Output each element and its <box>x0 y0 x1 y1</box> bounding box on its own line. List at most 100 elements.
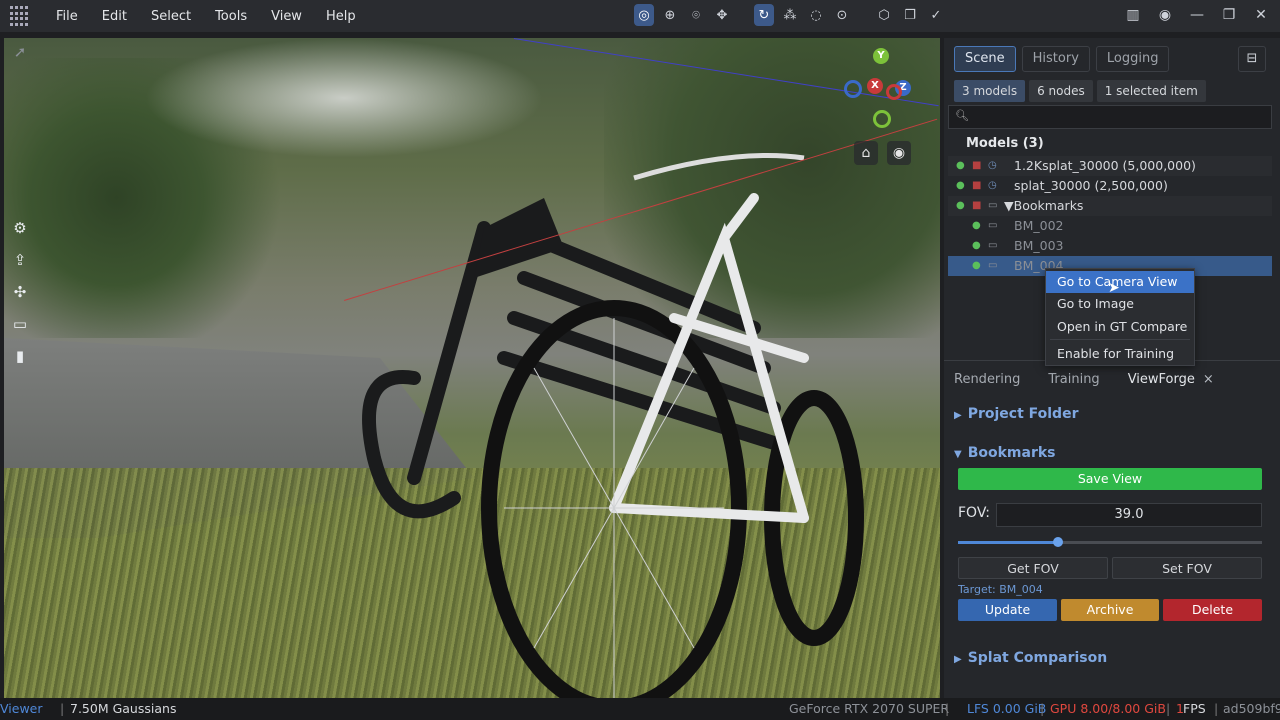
tab-viewforge[interactable]: ViewForge <box>1128 372 1195 387</box>
cube-icon[interactable]: ⬡ <box>874 4 894 26</box>
menu-edit[interactable]: Edit <box>92 9 141 24</box>
fov-slider[interactable] <box>958 537 1262 547</box>
menu-go-to-camera-view[interactable]: Go to Camera View <box>1046 271 1194 293</box>
menu-file[interactable]: File <box>46 9 92 24</box>
context-menu: Go to Camera View Go to Image Open in GT… <box>1045 268 1195 366</box>
visibility-eye-icon[interactable]: ● <box>956 156 965 176</box>
folder-icon: ▭ <box>988 200 998 211</box>
clock-icon[interactable]: ◷ <box>988 176 997 196</box>
plugin-icon[interactable]: ✣ <box>10 282 30 302</box>
gaussians-count: 7.50M Gaussians <box>70 701 177 716</box>
visibility-eye-icon[interactable]: ● <box>956 176 965 196</box>
selected-count-chip[interactable]: 1 selected item <box>1096 80 1206 102</box>
tree-row[interactable]: ● ■ ◷ splat_30000 (2,500,000) <box>948 176 1272 196</box>
export-icon[interactable]: ⇪ <box>10 250 30 270</box>
visibility-eye-icon[interactable]: ● <box>972 216 981 236</box>
copy-icon[interactable]: ❐ <box>900 4 920 26</box>
close-icon[interactable]: ✕ <box>1252 6 1270 24</box>
lfs-memory: LFS 0.00 GiB <box>967 701 1047 716</box>
move-icon[interactable]: ✥ <box>712 4 732 26</box>
chevron-down-icon: ▼ <box>954 449 962 460</box>
visibility-eye-icon[interactable]: ● <box>956 196 965 216</box>
archive-button[interactable]: Archive <box>1061 599 1159 621</box>
tree-row[interactable]: ● ▭ BM_002 <box>948 216 1272 236</box>
section-label: Bookmarks <box>967 445 1056 461</box>
select-cursor-icon[interactable]: ➚ <box>10 42 30 62</box>
fov-label: FOV: <box>958 505 990 521</box>
focus-icon[interactable]: ⌾ <box>686 4 706 26</box>
menu-help[interactable]: Help <box>316 9 370 24</box>
tab-rendering[interactable]: Rendering <box>954 372 1020 387</box>
gpu-name: GeForce RTX 2070 SUPER <box>789 701 950 716</box>
tab-logging[interactable]: Logging <box>1095 46 1170 72</box>
eye-toggle-icon[interactable]: ◉ <box>1156 6 1174 24</box>
section-splat-comparison[interactable]: ▶ Splat Comparison <box>954 650 1107 666</box>
fov-slider-knob[interactable] <box>1053 537 1064 547</box>
tree-row[interactable]: ● ▭ BM_003 <box>948 236 1272 256</box>
update-button[interactable]: Update <box>958 599 1057 621</box>
minimize-icon[interactable]: — <box>1188 6 1206 24</box>
tree-row[interactable]: ● ■ ▭ ▼Bookmarks <box>948 196 1272 216</box>
app-grid-icon[interactable] <box>10 6 30 26</box>
tab-history[interactable]: History <box>1021 46 1090 72</box>
section-label: Splat Comparison <box>967 650 1108 666</box>
rotate-icon[interactable]: ↻ <box>754 4 774 26</box>
tree-label: BM_003 <box>1014 238 1064 253</box>
menu-tools[interactable]: Tools <box>205 9 261 24</box>
menu-enable-for-training[interactable]: Enable for Training <box>1046 343 1194 365</box>
axis-gizmo[interactable]: Y X Z <box>840 46 920 128</box>
save-view-button[interactable]: Save View <box>958 468 1262 490</box>
mode-indicator: Viewer <box>0 701 43 716</box>
status-divider: | <box>1040 701 1045 716</box>
trash-icon[interactable]: ■ <box>972 196 981 216</box>
globe-icon[interactable]: ⊕ <box>660 4 680 26</box>
tab-scene[interactable]: Scene <box>954 46 1016 72</box>
split-view-icon[interactable]: ▥ <box>1124 6 1142 24</box>
orbit-icon[interactable]: ◎ <box>634 4 654 26</box>
gizmo-x-icon[interactable]: X <box>867 78 883 94</box>
video-camera-icon[interactable]: ▭ <box>10 314 30 334</box>
check-icon[interactable]: ✓ <box>926 4 946 26</box>
3d-viewport[interactable] <box>4 38 940 698</box>
camera-icon: ▭ <box>988 240 998 251</box>
menu-go-to-image[interactable]: Go to Image <box>1046 293 1194 315</box>
tab-close-icon[interactable]: × <box>1203 372 1214 387</box>
section-bookmarks[interactable]: ▼ Bookmarks <box>954 445 1056 461</box>
bookmark-target-text: Target: BM_004 <box>958 583 1043 596</box>
stats-chart-icon[interactable]: ▮ <box>10 346 30 366</box>
menu-open-gt-compare[interactable]: Open in GT Compare <box>1046 316 1194 338</box>
visibility-eye-icon[interactable]: ● <box>972 236 981 256</box>
models-count-chip[interactable]: 3 models <box>954 80 1026 102</box>
gizmo-y-icon[interactable]: Y <box>873 48 889 64</box>
section-project-folder[interactable]: ▶ Project Folder <box>954 406 1078 422</box>
get-fov-button[interactable]: Get FOV <box>958 557 1108 579</box>
archive-box-icon[interactable]: ⊟ <box>1238 46 1266 72</box>
nodes-icon[interactable]: ⁂ <box>780 4 800 26</box>
gizmo-neg-z-icon[interactable] <box>844 80 862 98</box>
commit-hash: ad509bf9 <box>1223 701 1280 716</box>
menu-view[interactable]: View <box>261 9 316 24</box>
section-label: Project Folder <box>967 406 1079 422</box>
tree-row[interactable]: ● ■ ◷ 1.2Ksplat_30000 (5,000,000) <box>948 156 1272 176</box>
lasso-icon[interactable]: ◌ <box>806 4 826 26</box>
visibility-eye-icon[interactable]: ● <box>972 256 981 276</box>
tab-training[interactable]: Training <box>1048 372 1099 387</box>
bottom-tabs: Rendering Training ViewForge × <box>954 372 1214 387</box>
gizmo-neg-y-icon[interactable] <box>873 110 891 128</box>
clock-icon[interactable]: ◷ <box>988 156 997 176</box>
maximize-icon[interactable]: ❐ <box>1220 6 1238 24</box>
home-icon[interactable]: ⌂ <box>854 141 878 165</box>
trash-icon[interactable]: ■ <box>972 156 981 176</box>
nodes-count-chip[interactable]: 6 nodes <box>1029 80 1093 102</box>
status-bar: Viewer | 7.50M Gaussians GeForce RTX 207… <box>0 698 1280 720</box>
target-icon[interactable]: ⊙ <box>832 4 852 26</box>
menu-select[interactable]: Select <box>141 9 205 24</box>
gizmo-neg-x-icon[interactable] <box>886 84 902 100</box>
settings-gear-icon[interactable]: ⚙ <box>10 218 30 238</box>
set-fov-button[interactable]: Set FOV <box>1112 557 1262 579</box>
scene-search-input[interactable]: 🔍︎ <box>948 105 1272 129</box>
trash-icon[interactable]: ■ <box>972 176 981 196</box>
view-eye-icon[interactable]: ◉ <box>887 141 911 165</box>
fov-input[interactable]: 39.0 <box>996 503 1262 527</box>
delete-button[interactable]: Delete <box>1163 599 1262 621</box>
